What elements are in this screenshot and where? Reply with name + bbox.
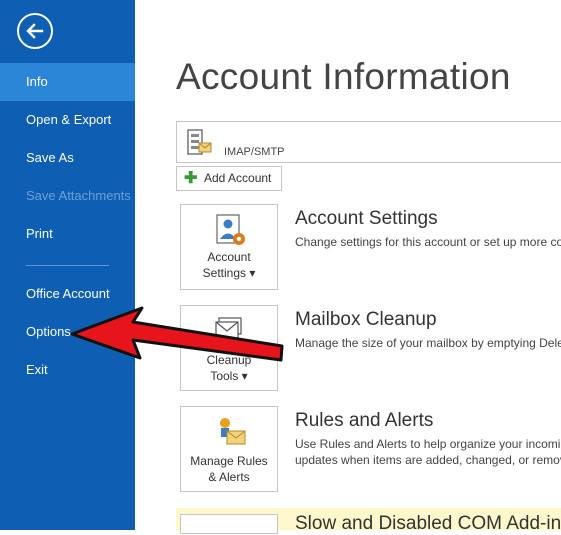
nav-divider xyxy=(26,265,109,266)
nav-office-account[interactable]: Office Account xyxy=(0,275,135,313)
manage-rules-label-2: & Alerts xyxy=(208,470,250,484)
manage-rules-label-1: Manage Rules xyxy=(190,454,268,468)
mailbox-cleanup-desc: Manage the size of your mailbox by empty… xyxy=(295,336,561,350)
account-settings-label-2: Settings ▾ xyxy=(202,266,256,280)
add-account-label: Add Account xyxy=(204,171,272,185)
rules-alerts-desc-2: updates when items are added, changed, o… xyxy=(295,453,561,467)
mailbox-cleanup-icon xyxy=(215,317,242,339)
account-settings-title: Account Settings xyxy=(295,208,438,229)
plus-icon: ✚ xyxy=(184,170,198,187)
nav-print[interactable]: Print xyxy=(0,215,135,253)
com-addins-button[interactable] xyxy=(180,514,278,534)
account-selector[interactable]: IMAP/SMTP xyxy=(176,121,561,163)
nav-open-export[interactable]: Open & Export xyxy=(0,101,135,139)
cleanup-tools-label-1: Cleanup xyxy=(206,353,252,367)
rules-alerts-icon xyxy=(220,418,246,445)
backstage-sidebar: Info Open & Export Save As Save Attachme… xyxy=(0,0,135,530)
manage-rules-alerts-button[interactable]: Manage Rules & Alerts xyxy=(180,406,278,492)
account-settings-label-1: Account xyxy=(207,250,251,264)
mailbox-cleanup-title: Mailbox Cleanup xyxy=(295,309,437,330)
page-title: Account Information xyxy=(176,56,511,97)
nav-save-as[interactable]: Save As xyxy=(0,139,135,177)
email-account-icon xyxy=(187,129,212,155)
account-settings-icon xyxy=(216,214,245,245)
cleanup-tools-button[interactable]: Cleanup Tools ▾ xyxy=(180,305,278,391)
com-addins-title: Slow and Disabled COM Add-ins xyxy=(295,513,561,534)
rules-alerts-desc-1: Use Rules and Alerts to help organize yo… xyxy=(295,437,561,451)
account-settings-button[interactable]: Account Settings ▾ xyxy=(180,204,278,290)
back-button[interactable] xyxy=(17,13,53,49)
nav-exit[interactable]: Exit xyxy=(0,351,135,389)
nav-options[interactable]: Options xyxy=(0,313,135,351)
rules-alerts-title: Rules and Alerts xyxy=(295,410,434,431)
add-account-button[interactable]: ✚ Add Account xyxy=(176,166,282,191)
account-settings-desc: Change settings for this account or set … xyxy=(295,235,561,249)
account-type-label: IMAP/SMTP xyxy=(224,146,285,158)
nav-info[interactable]: Info xyxy=(0,63,135,101)
cleanup-tools-label-2: Tools ▾ xyxy=(210,369,248,383)
back-arrow-icon xyxy=(26,23,44,39)
nav-save-attachments: Save Attachments xyxy=(26,188,131,203)
